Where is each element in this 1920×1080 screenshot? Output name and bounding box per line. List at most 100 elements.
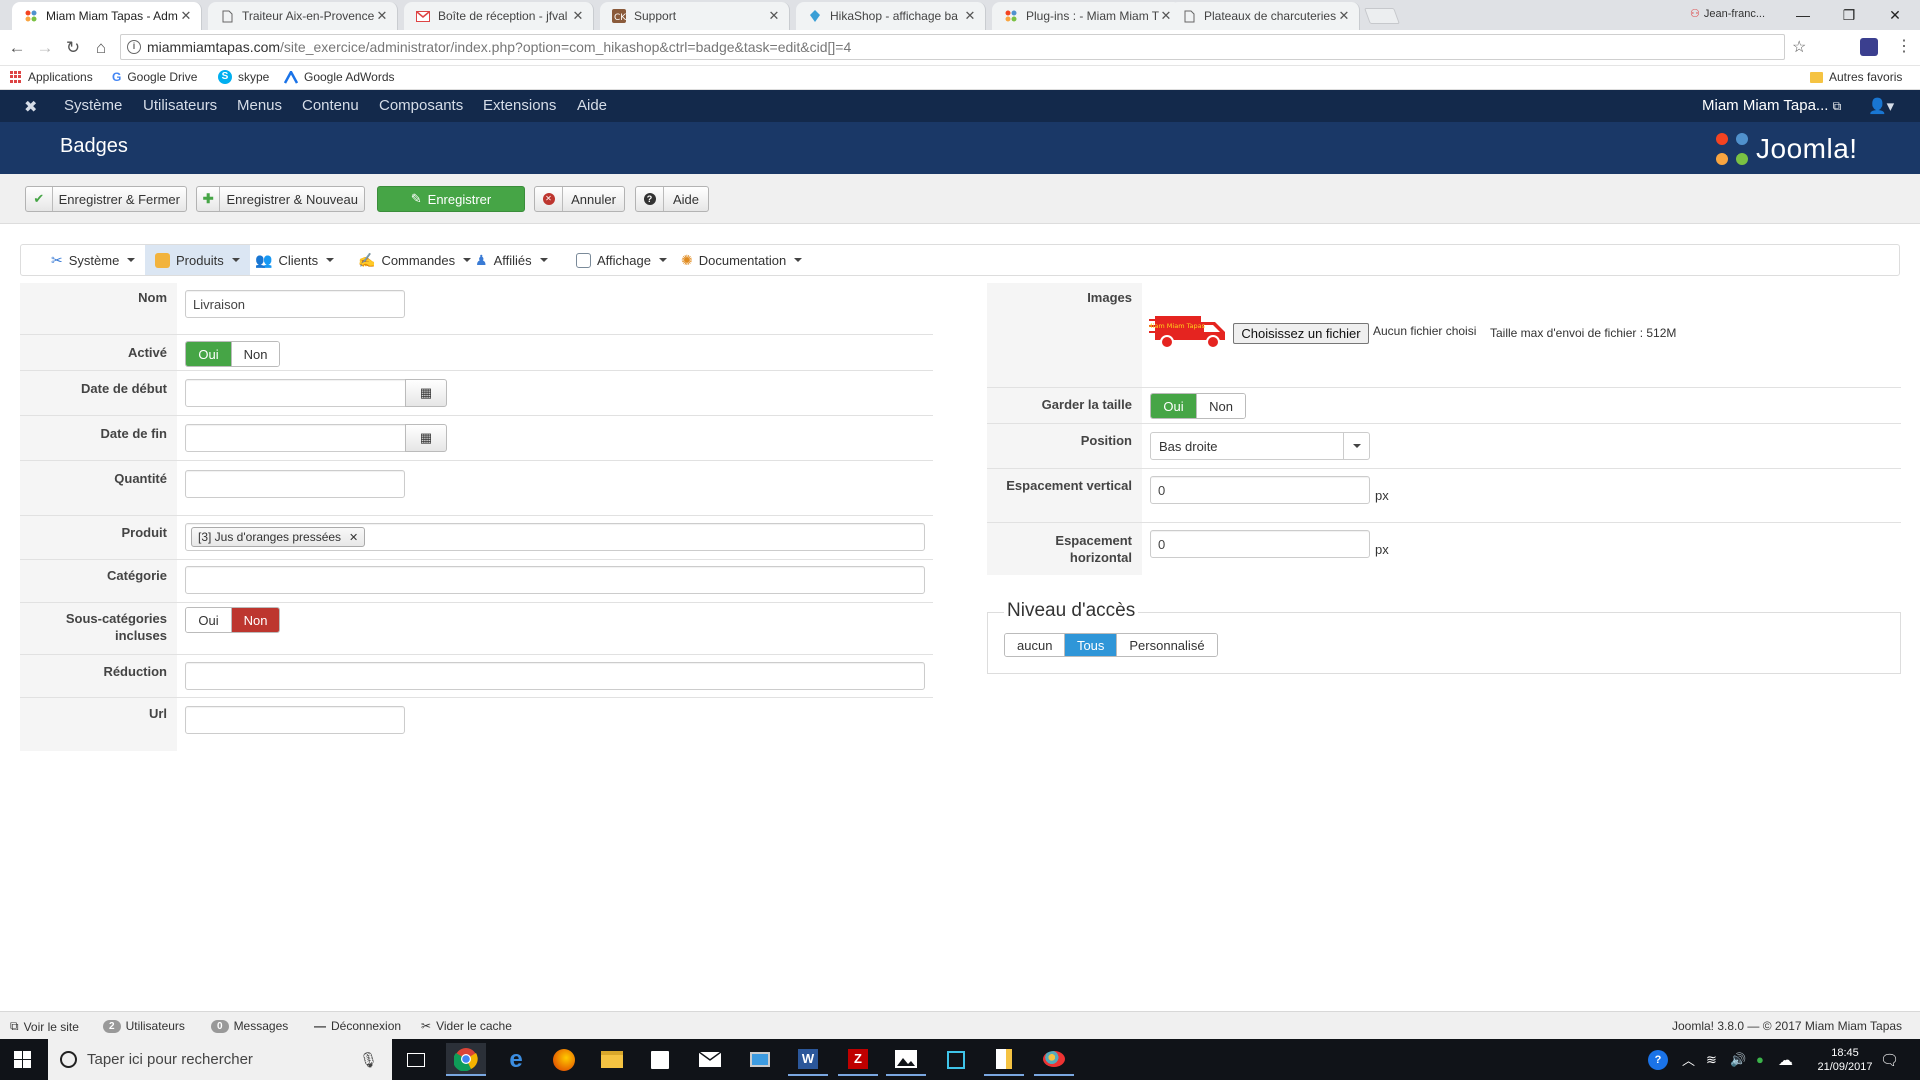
active-yes-button[interactable]: Oui (186, 342, 232, 366)
browser-tab-admin[interactable]: Miam Miam Tapas - Adm ✕ (12, 2, 202, 30)
clear-cache-link[interactable]: ✂ Vider le cache (421, 1019, 512, 1033)
menu-contenu[interactable]: Contenu (302, 97, 359, 114)
save-button[interactable]: ✎ Enregistrer (377, 186, 525, 212)
end-date-input[interactable] (185, 424, 406, 452)
access-all-button[interactable]: Tous (1064, 634, 1116, 656)
close-icon[interactable]: ✕ (963, 8, 977, 24)
users-link[interactable]: 2 Utilisateurs (103, 1019, 185, 1033)
back-icon[interactable]: ← (2, 30, 32, 66)
bookmark-apps[interactable]: Applications (10, 70, 93, 84)
menu-menus[interactable]: Menus (237, 97, 282, 114)
address-bar[interactable]: i miammiamtapas.com/site_exercice/admini… (120, 34, 1785, 60)
close-icon[interactable]: ✕ (375, 8, 389, 24)
vertical-spacing-input[interactable]: 0 (1150, 476, 1370, 504)
taskbar-search[interactable]: Taper ici pour rechercher 🎙 (48, 1039, 392, 1080)
menu-systeme[interactable]: Système (64, 97, 122, 114)
monitor-icon[interactable] (740, 1043, 780, 1076)
volume-icon[interactable]: 🔊 (1730, 1039, 1746, 1080)
menu-aide[interactable]: Aide (577, 97, 607, 114)
clock[interactable]: 18:45 21/09/2017 (1810, 1039, 1880, 1080)
save-close-button[interactable]: ✔ Enregistrer & Fermer (25, 186, 187, 212)
menu-extensions[interactable]: Extensions (483, 97, 556, 114)
browser-tab-support[interactable]: CK Support ✕ (600, 2, 790, 30)
start-date-calendar-button[interactable]: ▦ (405, 379, 447, 407)
close-icon[interactable]: ✕ (767, 8, 781, 24)
minimize-button[interactable]: — (1780, 0, 1826, 30)
close-icon[interactable]: ✕ (571, 8, 585, 24)
new-tab-button[interactable] (1364, 8, 1400, 24)
keep-size-no-button[interactable]: Non (1196, 394, 1245, 418)
menu-utilisateurs[interactable]: Utilisateurs (143, 97, 217, 114)
save-new-button[interactable]: ✚ Enregistrer & Nouveau (196, 186, 365, 212)
word-icon[interactable]: W (788, 1043, 828, 1076)
close-icon[interactable]: ✕ (1337, 8, 1351, 24)
bookmark-adwords[interactable]: Google AdWords (284, 70, 395, 84)
filezilla-icon[interactable]: Z (838, 1043, 878, 1076)
home-icon[interactable]: ⌂ (86, 30, 116, 66)
choose-file-button[interactable]: Choisissez un fichier (1233, 323, 1369, 344)
site-name-link[interactable]: Miam Miam Tapa... ⧉ (1702, 97, 1841, 114)
name-input[interactable]: Livraison (185, 290, 405, 318)
edge-icon[interactable]: e (496, 1043, 536, 1076)
profile-button[interactable]: ⚇ Jean-franc... (1690, 7, 1765, 21)
browser-tab-traiteur[interactable]: Traiteur Aix-en-Provence ✕ (208, 2, 398, 30)
joomla-logo-icon[interactable]: ✖ (24, 97, 37, 117)
browser-tab-plateaux[interactable]: Plateaux de charcuteries ✕ (1170, 2, 1360, 30)
hika-menu-systeme[interactable]: ✂ Système (41, 245, 145, 275)
active-no-button[interactable]: Non (231, 342, 279, 366)
bookmark-star-icon[interactable]: ☆ (1792, 37, 1806, 57)
remove-tag-icon[interactable]: ✕ (349, 531, 358, 544)
category-input[interactable] (185, 566, 925, 594)
subcategories-no-button[interactable]: Non (231, 608, 279, 632)
firefox-icon[interactable] (544, 1043, 584, 1076)
calculator-icon[interactable] (936, 1043, 976, 1076)
notifications-icon[interactable]: 🗨 (1880, 1039, 1899, 1080)
hika-menu-produits[interactable]: Produits (145, 245, 250, 275)
bookmark-google-drive[interactable]: G Google Drive (112, 70, 197, 84)
bookmark-skype[interactable]: S skype (218, 70, 269, 84)
discount-input[interactable] (185, 662, 925, 690)
subcategories-yes-button[interactable]: Oui (186, 608, 232, 632)
status-tray-icon[interactable]: ● (1756, 1039, 1764, 1080)
horizontal-spacing-input[interactable]: 0 (1150, 530, 1370, 558)
chrome-icon[interactable] (446, 1043, 486, 1076)
hika-menu-affichage[interactable]: Affichage (566, 245, 677, 275)
browser-tab-hikashop[interactable]: HikaShop - affichage ba ✕ (796, 2, 986, 30)
url-input[interactable] (185, 706, 405, 734)
end-date-calendar-button[interactable]: ▦ (405, 424, 447, 452)
view-site-link[interactable]: ⧉ Voir le site (10, 1019, 79, 1034)
file-explorer-icon[interactable] (592, 1043, 632, 1076)
task-view-icon[interactable] (396, 1043, 436, 1076)
mail-icon[interactable] (690, 1043, 730, 1076)
hika-menu-commandes[interactable]: ✍ Commandes (348, 245, 481, 275)
menu-icon[interactable]: ⋮ (1896, 36, 1912, 56)
help-button[interactable]: ? Aide (635, 186, 709, 212)
help-tray-icon[interactable]: ? (1648, 1039, 1668, 1080)
reload-icon[interactable]: ↻ (58, 30, 88, 66)
file-manager-icon[interactable] (984, 1043, 1024, 1076)
restore-button[interactable]: ❐ (1826, 0, 1872, 30)
cloud-icon[interactable]: ☁ (1778, 1039, 1793, 1080)
bookmark-other[interactable]: Autres favoris (1810, 70, 1902, 84)
access-custom-button[interactable]: Personnalisé (1115, 634, 1217, 656)
quantity-input[interactable] (185, 470, 405, 498)
user-menu-icon[interactable]: 👤▾ (1868, 97, 1894, 115)
network-icon[interactable]: ≋ (1706, 1039, 1717, 1080)
keep-size-yes-button[interactable]: Oui (1151, 394, 1197, 418)
cancel-button[interactable]: ✕ Annuler (534, 186, 625, 212)
close-window-button[interactable]: ✕ (1872, 0, 1918, 30)
microphone-icon[interactable]: 🎙 (359, 1051, 378, 1069)
store-icon[interactable] (640, 1043, 680, 1076)
menu-composants[interactable]: Composants (379, 97, 463, 114)
info-icon[interactable]: i (127, 40, 141, 54)
paint-icon[interactable] (1034, 1043, 1074, 1076)
chevron-up-icon[interactable]: ︿ (1682, 1039, 1695, 1080)
windows-start-icon[interactable] (2, 1043, 42, 1076)
position-select[interactable]: Bas droite (1150, 432, 1370, 460)
hika-menu-documentation[interactable]: ✺ Documentation (671, 245, 812, 275)
start-date-input[interactable] (185, 379, 406, 407)
logout-link[interactable]: — Déconnexion (314, 1019, 401, 1033)
hika-menu-clients[interactable]: 👥 Clients (245, 245, 344, 275)
hika-menu-affilies[interactable]: ♟ Affiliés (465, 245, 558, 275)
photos-icon[interactable] (886, 1043, 926, 1076)
